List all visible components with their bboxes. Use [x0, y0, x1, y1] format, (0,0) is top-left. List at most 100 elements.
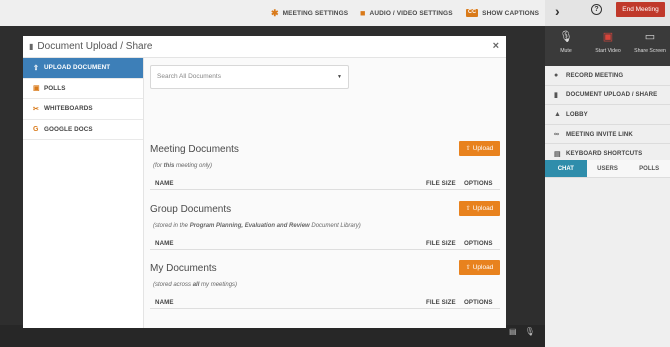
upload-icon: ⇧ [465, 265, 471, 271]
mute-button[interactable]: 🎙 Mute [546, 30, 586, 54]
column-options: OPTIONS [464, 180, 493, 187]
modal-title-text: Document Upload / Share [37, 41, 153, 52]
start-video-label: Start Video [595, 48, 621, 54]
upload-label: Upload [472, 145, 494, 152]
caret-down-icon: ▼ [337, 74, 342, 80]
search-documents-select[interactable]: Search All Documents ▼ [150, 65, 349, 89]
link-icon: ∞ [554, 130, 560, 138]
video-off-icon: ▣ [602, 31, 614, 43]
share-screen-button[interactable]: ▭ Share Screen [630, 30, 670, 54]
microphone-icon: 🎙 [559, 31, 573, 43]
note-text: my meetings) [199, 282, 238, 288]
microphone-icon[interactable]: 🎙 [525, 327, 535, 336]
sidebar-item-document-upload[interactable]: ▮ DOCUMENT UPLOAD / SHARE [545, 86, 670, 106]
upload-button[interactable]: ⇧ Upload [459, 260, 500, 275]
upload-icon: ⇧ [33, 64, 39, 72]
share-screen-label: Share Screen [634, 48, 666, 54]
chevron-right-icon[interactable]: › [555, 3, 560, 19]
stage-bottom-bar [0, 325, 545, 347]
close-icon[interactable]: × [493, 40, 499, 52]
sidebar-item-label: DOCUMENT UPLOAD / SHARE [566, 91, 658, 99]
nav-item-label: WHITEBOARDS [44, 105, 93, 113]
column-name: NAME [155, 240, 174, 247]
section-note: (for this meeting only) [153, 163, 212, 169]
stage-bottom-icons: ▤ 🎙 [509, 327, 535, 336]
polls-icon: ▣ [33, 85, 40, 93]
gear-icon: ✱ [271, 7, 279, 18]
meeting-settings-button[interactable]: ✱ MEETING SETTINGS [271, 0, 348, 26]
column-file-size: FILE SIZE [426, 299, 456, 306]
modal-title: ▮ Document Upload / Share [29, 41, 152, 52]
nav-item-whiteboards[interactable]: ✂ WHITEBOARDS [23, 99, 143, 120]
sidebar-item-label: LOBBY [566, 110, 588, 118]
nav-item-label: UPLOAD DOCUMENT [44, 64, 111, 72]
document-icon: ▮ [554, 91, 558, 99]
column-name: NAME [155, 180, 174, 187]
note-text: Document Library) [309, 223, 361, 229]
note-text: (stored across [153, 282, 193, 288]
end-meeting-button[interactable]: End Meeting [616, 2, 665, 17]
nav-item-label: GOOGLE DOCS [44, 126, 93, 134]
keyboard-icon[interactable]: ▤ [509, 327, 517, 336]
captions-icon: CC [466, 9, 479, 17]
upload-icon: ⇧ [465, 146, 471, 152]
column-file-size: FILE SIZE [426, 180, 456, 187]
section-title: Group Documents [150, 204, 232, 215]
meeting-settings-label: MEETING SETTINGS [282, 9, 349, 17]
keyboard-icon: ▤ [554, 150, 561, 158]
start-video-button[interactable]: ▣ Start Video [588, 30, 628, 54]
note-text: meeting only) [174, 163, 213, 169]
sidebar-item-record-meeting[interactable]: ● RECORD MEETING [545, 66, 670, 86]
note-emphasis: this [163, 163, 175, 169]
whiteboard-icon: ✂ [33, 105, 39, 113]
note-text: (for [153, 163, 164, 169]
screen-share-icon: ▭ [644, 31, 656, 43]
sidebar-item-label: RECORD MEETING [566, 71, 624, 79]
upload-label: Upload [472, 264, 494, 271]
show-captions-label: SHOW CAPTIONS [482, 9, 540, 17]
audio-video-settings-button[interactable]: ■ AUDIO / VIDEO SETTINGS [360, 0, 453, 26]
audio-video-settings-label: AUDIO / VIDEO SETTINGS [369, 9, 453, 17]
mute-label: Mute [560, 48, 572, 54]
tab-chat[interactable]: CHAT [545, 160, 587, 177]
sidebar-menu: ● RECORD MEETING ▮ DOCUMENT UPLOAD / SHA… [545, 66, 670, 164]
column-file-size: FILE SIZE [426, 240, 456, 247]
column-name: NAME [155, 299, 174, 306]
upload-button[interactable]: ⇧ Upload [459, 141, 500, 156]
tab-users[interactable]: USERS [587, 160, 629, 177]
google-icon: G [33, 126, 39, 134]
sidebar-item-label: MEETING INVITE LINK [566, 130, 633, 138]
nav-item-label: POLLS [44, 84, 66, 92]
search-placeholder: Search All Documents [157, 73, 221, 80]
help-icon[interactable]: ? [591, 4, 602, 15]
show-captions-button[interactable]: CC SHOW CAPTIONS [466, 0, 539, 26]
upload-icon: ⇧ [465, 206, 471, 212]
section-note: (stored in the Program Planning, Evaluat… [153, 223, 361, 229]
document-icon: ▮ [29, 42, 34, 51]
lobby-icon: ▲ [554, 110, 562, 118]
modal-nav: ⇧ UPLOAD DOCUMENT ▣ POLLS ✂ WHITEBOARDS … [23, 58, 144, 328]
sidebar-item-invite-link[interactable]: ∞ MEETING INVITE LINK [545, 125, 670, 145]
divider [150, 308, 500, 309]
camera-icon: ■ [360, 7, 366, 18]
modal-header: ▮ Document Upload / Share × [23, 36, 506, 58]
document-upload-modal: ▮ Document Upload / Share × ⇧ UPLOAD DOC… [23, 36, 506, 328]
tab-polls[interactable]: POLLS [628, 160, 670, 177]
column-options: OPTIONS [464, 299, 493, 306]
divider [150, 189, 500, 190]
nav-item-google-docs[interactable]: G GOOGLE DOCS [23, 120, 143, 141]
upload-label: Upload [472, 205, 494, 212]
section-note: (stored across all my meetings) [153, 282, 237, 288]
sidebar-item-lobby[interactable]: ▲ LOBBY [545, 105, 670, 125]
divider [150, 249, 500, 250]
sidebar-tabs: CHAT USERS POLLS [545, 160, 670, 178]
section-title: Meeting Documents [150, 144, 239, 155]
upload-button[interactable]: ⇧ Upload [459, 201, 500, 216]
column-options: OPTIONS [464, 240, 493, 247]
nav-item-upload-document[interactable]: ⇧ UPLOAD DOCUMENT [23, 58, 143, 79]
modal-content: Search All Documents ▼ Meeting Documents… [144, 58, 506, 328]
nav-item-polls[interactable]: ▣ POLLS [23, 79, 143, 100]
record-icon: ● [554, 71, 559, 79]
section-title: My Documents [150, 263, 217, 274]
note-emphasis: Program Planning, Evaluation and Review [189, 223, 310, 229]
